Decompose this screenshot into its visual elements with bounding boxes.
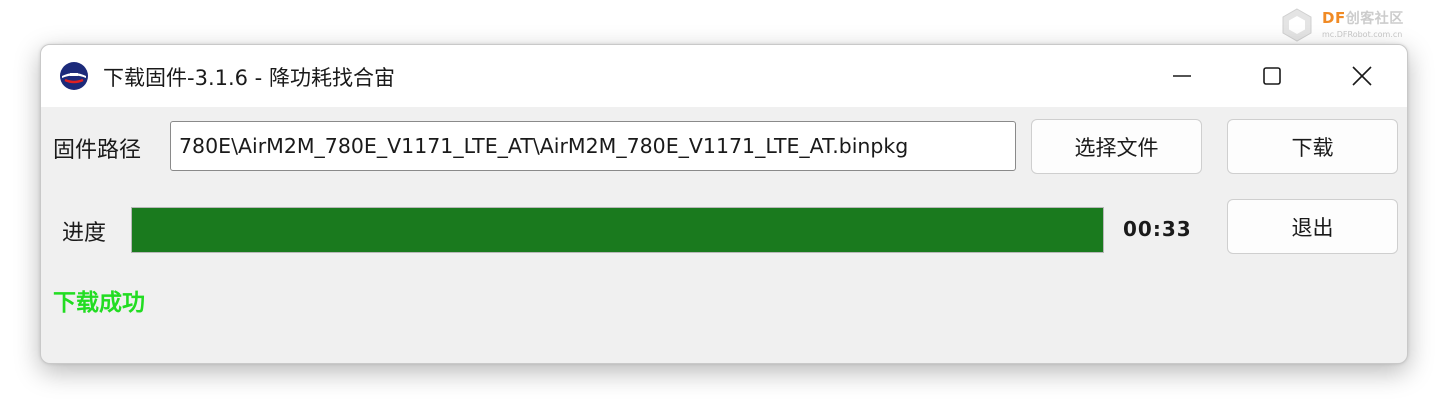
minimize-icon xyxy=(1173,75,1191,77)
watermark-brand-prefix: DF xyxy=(1322,9,1346,27)
close-icon xyxy=(1352,66,1372,86)
choose-file-button[interactable]: 选择文件 xyxy=(1031,119,1202,174)
progress-bar-fill xyxy=(132,208,1103,252)
minimize-button[interactable] xyxy=(1137,45,1227,107)
watermark-url: mc.DFRobot.com.cn xyxy=(1322,30,1403,39)
luat-logo-icon xyxy=(60,62,88,90)
progress-label: 进度 xyxy=(62,221,107,246)
download-status-message: 下载成功 xyxy=(53,290,145,316)
download-button[interactable]: 下载 xyxy=(1227,119,1398,174)
dfrobot-watermark: DF创客社区 mc.DFRobot.com.cn xyxy=(1280,6,1430,44)
firmware-path-input[interactable] xyxy=(170,121,1016,171)
download-firmware-window: 下载固件-3.1.6 - 降功耗找合宙 固件路径 选择文件 下载 进度 00:3… xyxy=(40,44,1408,364)
hexagon-logo-icon xyxy=(1282,8,1312,42)
maximize-icon xyxy=(1263,67,1281,85)
elapsed-time: 00:33 xyxy=(1123,217,1192,241)
firmware-path-label: 固件路径 xyxy=(53,138,142,163)
window-title: 下载固件-3.1.6 - 降功耗找合宙 xyxy=(103,66,395,90)
watermark-brand: DF创客社区 xyxy=(1322,8,1404,28)
close-button[interactable] xyxy=(1317,45,1407,107)
exit-button[interactable]: 退出 xyxy=(1227,199,1398,254)
watermark-brand-suffix: 创客社区 xyxy=(1345,11,1404,27)
download-progress-bar xyxy=(131,207,1104,253)
title-bar[interactable]: 下载固件-3.1.6 - 降功耗找合宙 xyxy=(41,45,1407,107)
maximize-button[interactable] xyxy=(1227,45,1317,107)
